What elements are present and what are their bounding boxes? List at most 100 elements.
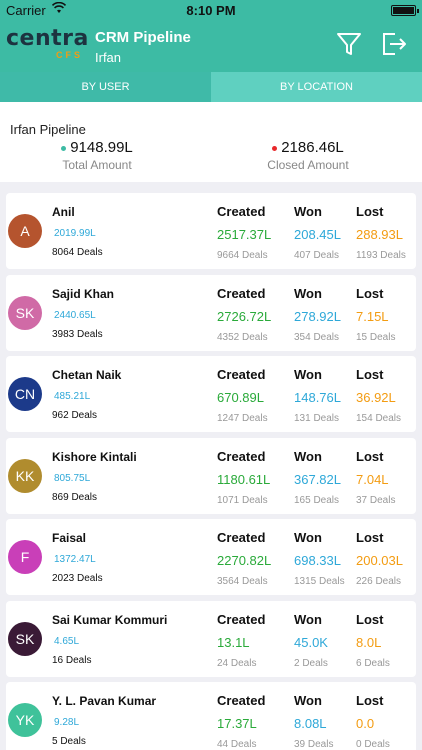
lost-deals: 6 Deals (356, 657, 390, 669)
created-header: Created (217, 693, 266, 708)
avatar: CN (8, 377, 42, 411)
won-value: 367.82L (294, 471, 341, 487)
lost-value: 7.04L (356, 471, 389, 487)
avatar: SK (8, 295, 42, 330)
closed-amount-label: Closed Amount (267, 158, 349, 172)
created-header: Created (217, 530, 266, 545)
user-card[interactable]: SK Sajid Khan 2440.65L 3983 Deals Create… (6, 274, 416, 351)
user-amount: 2440.65L (54, 309, 96, 321)
won-column: Won 367.82L 165 Deals (294, 449, 341, 506)
user-name: Faisal (52, 531, 87, 545)
created-value: 2270.82L (217, 553, 272, 568)
lost-deals: 226 Deals (356, 576, 402, 587)
won-column: Won 208.45L 407 Deals (294, 204, 341, 261)
won-deals: 1315 Deals (294, 576, 345, 587)
won-value: 148.76L (294, 390, 341, 405)
logo-wordmark: centra (6, 26, 89, 51)
created-value: 17.37L (217, 716, 257, 731)
filter-icon[interactable] (335, 30, 363, 58)
lost-value: 8.0L (356, 634, 382, 650)
lost-value: 7.15L (356, 308, 389, 324)
lost-header: Lost (356, 693, 384, 708)
won-value: 45.0K (294, 634, 328, 650)
user-card[interactable]: YK Y. L. Pavan Kumar 9.28L 5 Deals Creat… (6, 682, 416, 750)
created-column: Created 670.89L 1247 Deals (217, 367, 268, 424)
user-deals: 3983 Deals (52, 328, 103, 340)
user-card[interactable]: SK Sai Kumar Kommuri 4.65L 16 Deals Crea… (6, 600, 416, 677)
tab-by-location[interactable]: BY LOCATION (211, 72, 422, 102)
won-deals: 354 Deals (294, 331, 340, 343)
page-title: CRM Pipeline (95, 29, 191, 46)
won-column: Won 698.33L 1315 Deals (294, 530, 345, 587)
user-deals: 2023 Deals (52, 573, 103, 584)
pipeline-summary: Irfan Pipeline 9148.99L Total Amount 218… (0, 102, 422, 182)
lost-header: Lost (356, 367, 384, 382)
total-amount-label: Total Amount (62, 158, 132, 172)
page-subtitle: Irfan (95, 50, 122, 65)
avatar: F (8, 540, 42, 574)
won-header: Won (294, 530, 322, 545)
won-deals: 165 Deals (294, 494, 340, 506)
user-name: Y. L. Pavan Kumar (52, 694, 157, 708)
created-column: Created 2726.72L 4352 Deals (217, 286, 271, 343)
lost-column: Lost 7.04L 37 Deals (356, 449, 395, 506)
created-header: Created (217, 204, 266, 219)
won-value: 278.92L (294, 308, 341, 324)
won-header: Won (294, 285, 322, 301)
user-name: Kishore Kintali (52, 449, 137, 464)
created-value: 1180.61L (217, 471, 271, 487)
won-column: Won 45.0K 2 Deals (294, 612, 328, 669)
won-header: Won (294, 448, 322, 464)
won-deals: 407 Deals (294, 250, 340, 261)
user-card[interactable]: KK Kishore Kintali 805.75L 869 Deals Cre… (6, 437, 416, 514)
user-deals: 8064 Deals (52, 247, 103, 258)
user-deals: 5 Deals (52, 736, 86, 747)
total-amount-value: 9148.99L (70, 139, 133, 156)
total-dot-icon (61, 145, 67, 151)
app-logo: centra CFS (6, 26, 90, 60)
tab-by-user[interactable]: BY USER (0, 72, 211, 102)
lost-deals: 1193 Deals (356, 250, 406, 261)
user-deals: 16 Deals (52, 654, 92, 666)
created-header: Created (217, 448, 266, 464)
user-amount: 9.28L (54, 717, 80, 728)
header-bar: Carrier 8:10 PM centra CFS CRM Pipeline … (0, 0, 422, 72)
created-deals: 9664 Deals (217, 250, 268, 261)
logo-sub: CFS (56, 50, 83, 60)
won-value: 698.33L (294, 553, 341, 568)
won-value: 208.45L (294, 227, 341, 242)
logout-icon[interactable] (380, 30, 408, 58)
won-deals: 39 Deals (294, 739, 334, 750)
user-amount: 1372.47L (54, 554, 96, 565)
won-header: Won (294, 204, 322, 219)
won-column: Won 278.92L 354 Deals (294, 286, 341, 343)
user-deals: 962 Deals (52, 410, 98, 421)
won-deals: 131 Deals (294, 413, 340, 424)
created-deals: 44 Deals (217, 739, 257, 750)
lost-header: Lost (356, 285, 384, 301)
closed-dot-icon (272, 145, 278, 151)
avatar: KK (8, 458, 42, 493)
user-card[interactable]: CN Chetan Naik 485.21L 962 Deals Created… (6, 356, 416, 432)
status-bar: Carrier 8:10 PM (0, 0, 422, 20)
user-card[interactable]: F Faisal 1372.47L 2023 Deals Created 227… (6, 519, 416, 595)
user-amount: 2019.99L (54, 228, 96, 239)
lost-deals: 37 Deals (356, 494, 396, 506)
lost-value: 36.92L (356, 390, 396, 405)
created-header: Created (217, 611, 266, 627)
created-value: 2726.72L (217, 308, 272, 324)
created-header: Created (217, 367, 266, 382)
lost-header: Lost (356, 204, 384, 219)
lost-deals: 0 Deals (356, 739, 390, 750)
won-header: Won (294, 693, 322, 708)
avatar: SK (8, 621, 42, 656)
won-header: Won (294, 367, 322, 382)
won-deals: 2 Deals (294, 657, 328, 669)
lost-deals: 15 Deals (356, 331, 396, 343)
lost-column: Lost 36.92L 154 Deals (356, 367, 401, 424)
user-deals: 869 Deals (52, 491, 98, 503)
user-card[interactable]: A Anil 2019.99L 8064 Deals Created 2517.… (6, 193, 416, 269)
lost-value: 200.03L (356, 553, 403, 568)
won-header: Won (294, 611, 322, 627)
avatar: YK (8, 703, 42, 737)
